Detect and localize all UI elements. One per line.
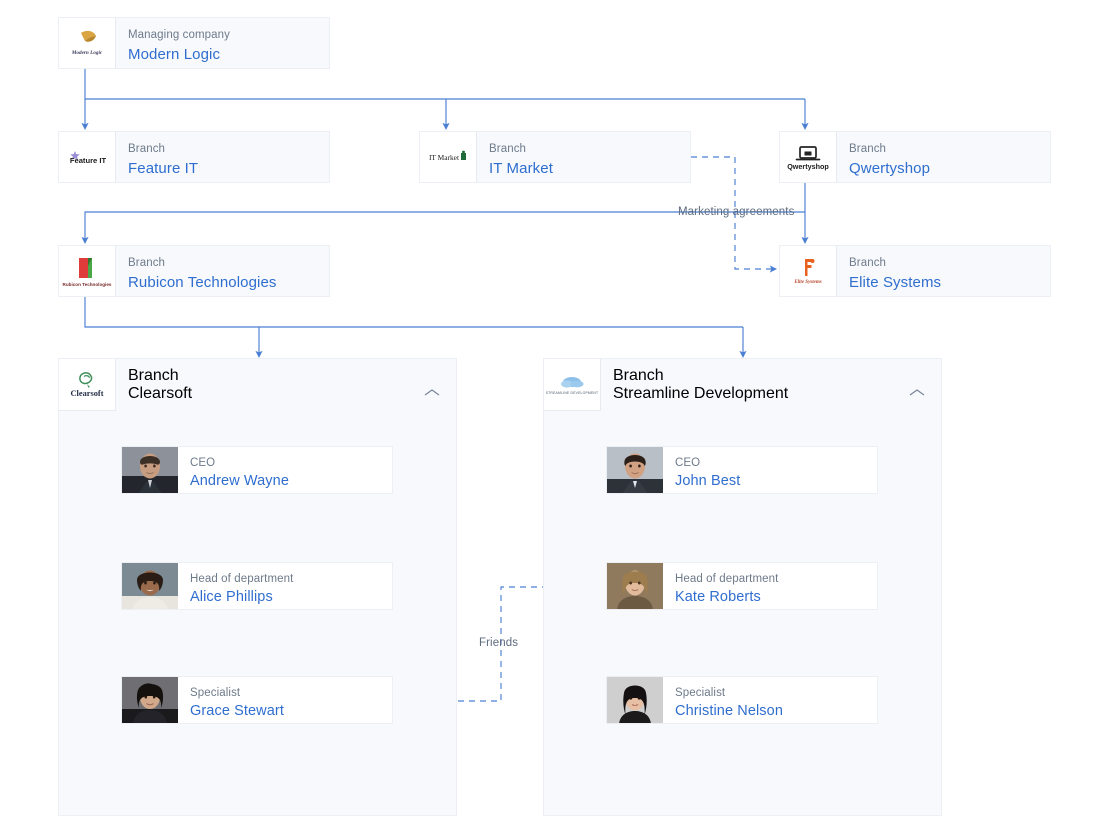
logo-qwertyshop: Qwertyshop	[780, 132, 837, 182]
node-qwertyshop[interactable]: Qwertyshop Branch Qwertyshop	[779, 131, 1051, 183]
node-feature-it[interactable]: Feature IT Branch Feature IT	[58, 131, 330, 183]
person-role: CEO	[190, 457, 216, 469]
logo-rubicon-technologies: Rubicon Technologies	[59, 246, 116, 296]
person-role: Specialist	[190, 687, 241, 699]
node-body: Branch Qwertyshop	[837, 132, 1050, 182]
org-chart-canvas: Modern Logic Managing company Modern Log…	[0, 0, 1104, 837]
node-role: Managing company	[128, 28, 230, 41]
rubicon-logo-text: Rubicon Technologies	[63, 282, 112, 287]
chevron-up-icon[interactable]	[422, 387, 442, 403]
person-alice-phillips[interactable]: Head of department Alice Phillips	[121, 562, 393, 610]
elite-systems-logo-icon: Elite Systems	[793, 259, 822, 285]
person-name[interactable]: Kate Roberts	[675, 587, 877, 607]
person-body: Head of department Alice Phillips	[178, 563, 392, 609]
node-elite-systems[interactable]: Elite Systems Branch Elite Systems	[779, 245, 1051, 297]
avatar-photo-icon	[607, 447, 663, 493]
node-role: Branch	[849, 142, 887, 155]
avatar-christine-nelson	[607, 677, 663, 723]
logo-feature-it: Feature IT	[59, 132, 116, 182]
avatar-john-best	[607, 447, 663, 493]
person-name[interactable]: Grace Stewart	[190, 701, 392, 721]
node-name[interactable]: Feature IT	[128, 158, 329, 180]
node-modern-logic[interactable]: Modern Logic Managing company Modern Log…	[58, 17, 330, 69]
person-name[interactable]: Andrew Wayne	[190, 471, 392, 491]
logo-streamline-development: STREAMLINE DEVELOPMENT	[544, 359, 601, 411]
node-body: Branch IT Market	[477, 132, 690, 182]
avatar-photo-icon	[122, 447, 178, 493]
avatar-photo-icon	[122, 677, 178, 723]
avatar-alice-phillips	[122, 563, 178, 609]
person-role: Head of department	[675, 573, 779, 585]
node-role: Branch	[489, 142, 527, 155]
person-role: Head of department	[190, 573, 294, 585]
person-role: CEO	[675, 457, 701, 469]
person-role: Specialist	[675, 687, 726, 699]
node-name[interactable]: Streamline Development	[613, 385, 941, 403]
person-body: CEO Andrew Wayne	[178, 447, 392, 493]
feature-it-logo-icon: Feature IT	[70, 151, 107, 165]
qwertyshop-logo-icon: Qwertyshop	[787, 146, 829, 171]
avatar-andrew-wayne	[122, 447, 178, 493]
person-body: Specialist Christine Nelson	[663, 677, 877, 723]
person-andrew-wayne[interactable]: CEO Andrew Wayne	[121, 446, 393, 494]
person-name[interactable]: John Best	[675, 471, 877, 491]
node-rubicon-technologies[interactable]: Rubicon Technologies Branch Rubicon Tech…	[58, 245, 330, 297]
avatar-photo-icon	[607, 563, 663, 609]
node-name[interactable]: Clearsoft	[128, 385, 456, 403]
modern-logic-logo-icon: Modern Logic	[71, 30, 103, 56]
node-role: Branch	[849, 256, 887, 269]
streamline-logo-text: STREAMLINE DEVELOPMENT	[546, 391, 598, 395]
it-market-logo-text: IT Market	[429, 153, 460, 162]
rubicon-logo-icon: Rubicon Technologies	[63, 258, 112, 287]
qwertyshop-logo-text: Qwertyshop	[787, 162, 829, 171]
logo-elite-systems: Elite Systems	[780, 246, 837, 296]
person-john-best[interactable]: CEO John Best	[606, 446, 878, 494]
group-header-streamline[interactable]: STREAMLINE DEVELOPMENT Branch Streamline…	[544, 359, 941, 411]
logo-it-market: IT Market	[420, 132, 477, 182]
avatar-photo-icon	[607, 677, 663, 723]
chevron-up-icon[interactable]	[907, 387, 927, 403]
node-body: Branch Feature IT	[116, 132, 329, 182]
node-name[interactable]: Modern Logic	[128, 44, 329, 66]
node-name[interactable]: Rubicon Technologies	[128, 272, 329, 294]
node-name[interactable]: Qwertyshop	[849, 158, 1050, 180]
node-body: Branch Rubicon Technologies	[116, 246, 329, 296]
edge-label-marketing-agreements: Marketing agreements	[678, 206, 795, 218]
avatar-photo-icon	[122, 563, 178, 609]
person-christine-nelson[interactable]: Specialist Christine Nelson	[606, 676, 878, 724]
logo-clearsoft: Clearsoft	[59, 359, 116, 411]
node-role: Branch	[613, 367, 664, 384]
logo-modern-logic: Modern Logic	[59, 18, 116, 68]
avatar-kate-roberts	[607, 563, 663, 609]
node-role: Branch	[128, 256, 166, 269]
modern-logic-logo-text: Modern Logic	[71, 50, 103, 56]
feature-it-logo-text: Feature IT	[70, 156, 107, 165]
clearsoft-logo-icon: Clearsoft	[70, 371, 104, 398]
person-body: Specialist Grace Stewart	[178, 677, 392, 723]
person-body: Head of department Kate Roberts	[663, 563, 877, 609]
person-name[interactable]: Christine Nelson	[675, 701, 877, 721]
avatar-grace-stewart	[122, 677, 178, 723]
person-kate-roberts[interactable]: Head of department Kate Roberts	[606, 562, 878, 610]
node-it-market[interactable]: IT Market Branch IT Market	[419, 131, 691, 183]
elite-systems-logo-text: Elite Systems	[793, 280, 821, 285]
node-name[interactable]: IT Market	[489, 158, 690, 180]
node-name[interactable]: Elite Systems	[849, 272, 1050, 294]
person-body: CEO John Best	[663, 447, 877, 493]
group-header-body: Branch Streamline Development	[601, 359, 941, 411]
edge-label-friends: Friends	[479, 637, 519, 649]
node-body: Branch Elite Systems	[837, 246, 1050, 296]
group-header-clearsoft[interactable]: Clearsoft Branch Clearsoft	[59, 359, 456, 411]
clearsoft-logo-text: Clearsoft	[70, 389, 103, 398]
node-role: Branch	[128, 367, 179, 384]
group-header-body: Branch Clearsoft	[116, 359, 456, 411]
it-market-logo-icon: IT Market	[429, 150, 466, 162]
node-body: Managing company Modern Logic	[116, 18, 329, 68]
person-name[interactable]: Alice Phillips	[190, 587, 392, 607]
person-grace-stewart[interactable]: Specialist Grace Stewart	[121, 676, 393, 724]
streamline-logo-icon: STREAMLINE DEVELOPMENT	[546, 376, 598, 395]
node-role: Branch	[128, 142, 166, 155]
